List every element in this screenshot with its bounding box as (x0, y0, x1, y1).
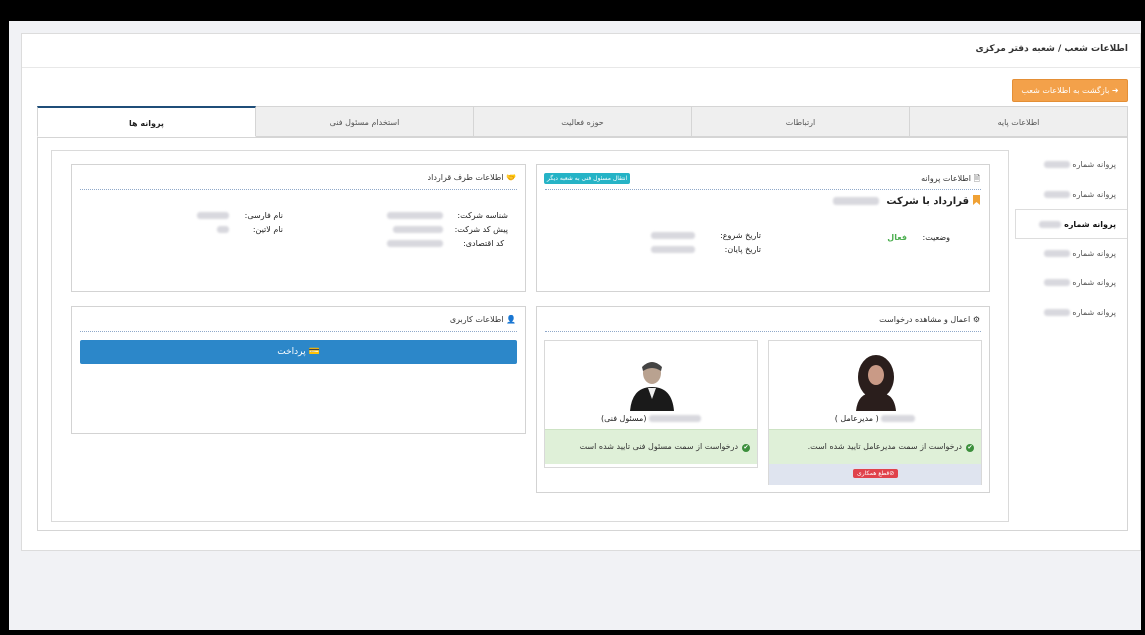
license-info-panel: 🗎 اطلاعات پروانه انتقال مسئول فنی به شعب… (536, 164, 990, 292)
persian-name-label: نام فارسی: (244, 211, 283, 220)
tech-officer-card: (مسئول فنی) ✔درخواست از سمت مسئول فنی تا… (544, 340, 758, 468)
gear-icon: ⚙ (972, 315, 980, 324)
tab-licenses[interactable]: پروانه ها (37, 106, 256, 137)
licenses-tab-pane: پروانه شماره پروانه شماره پروانه شماره پ… (37, 138, 1128, 531)
main-content: اطلاعات شعب / شعبه دفتر مرکزی ➜ بازگشت ب… (21, 33, 1141, 551)
credit-card-icon: 💳 (308, 347, 320, 357)
tech-officer-role: (مسئول فنی) (600, 414, 647, 423)
license-nav-item[interactable]: پروانه شماره (1015, 180, 1123, 210)
license-nav-item[interactable]: پروانه شماره (1015, 150, 1123, 180)
license-side-nav: پروانه شماره پروانه شماره پروانه شماره پ… (1015, 150, 1127, 328)
tab-bar: اطلاعات پایه ارتباطات حوزه فعالیت استخدا… (37, 106, 1128, 138)
pay-button[interactable]: 💳 پرداخت (80, 340, 517, 364)
contract-title: قرارداد با شرکت (832, 195, 980, 207)
status-value: فعال (887, 233, 907, 242)
tab-activity-area[interactable]: حوزه فعالیت (474, 106, 692, 137)
arrow-right-icon: ➜ (1111, 86, 1119, 95)
requests-panel: ⚙ اعمال و مشاهده درخواست ( مدیرعامل ) ✔د… (536, 306, 990, 493)
user-info-panel: 👤 اطلاعات کاربری 💳 پرداخت (71, 306, 526, 434)
contract-party-panel: 🤝 اطلاعات طرف قرارداد شناسه شرکت: پیش کد… (71, 164, 526, 292)
ceo-avatar (856, 355, 896, 411)
back-to-branches-button[interactable]: ➜ بازگشت به اطلاعات شعب (1012, 79, 1128, 102)
user-icon: 👤 (506, 315, 516, 324)
status-label: وضعیت: (922, 233, 950, 242)
app-frame: اطلاعات شعب / شعبه دفتر مرکزی ➜ بازگشت ب… (9, 21, 1141, 630)
license-nav-item[interactable]: پروانه شماره (1015, 239, 1123, 269)
end-cooperation-button[interactable]: ⊘قطع همکاری (853, 469, 899, 478)
cancel-icon: ⊘ (889, 470, 895, 477)
ceo-approval-status: ✔درخواست از سمت مدیرعامل تایید شده است. (769, 429, 981, 464)
ceo-role: ( مدیرعامل ) (834, 414, 879, 423)
document-icon: 🗎 (973, 174, 980, 183)
transfer-officer-button[interactable]: انتقال مسئول فنی به شعبه دیگر (544, 173, 631, 184)
tech-officer-approval-status: ✔درخواست از سمت مسئول فنی تایید شده است (545, 429, 757, 464)
license-details-area: 🗎 اطلاعات پروانه انتقال مسئول فنی به شعب… (51, 150, 1009, 522)
company-id-label: شناسه شرکت: (457, 211, 508, 220)
check-circle-icon: ✔ (966, 444, 974, 452)
end-date-label: تاریخ پایان: (724, 245, 761, 254)
license-nav-item-active[interactable]: پروانه شماره (1015, 209, 1127, 239)
latin-name-label: نام لاتین: (252, 225, 283, 234)
economic-code-label: کد اقتصادی: (463, 239, 504, 248)
license-nav-item[interactable]: پروانه شماره (1015, 268, 1123, 298)
bookmark-icon (973, 195, 980, 205)
handshake-icon: 🤝 (506, 173, 516, 182)
divider (22, 67, 1140, 68)
ceo-card: ( مدیرعامل ) ✔درخواست از سمت مدیرعامل تا… (768, 340, 982, 485)
tab-basic-info[interactable]: اطلاعات پایه (910, 106, 1128, 137)
tab-communications[interactable]: ارتباطات (692, 106, 910, 137)
tech-officer-avatar (630, 362, 674, 411)
check-circle-icon: ✔ (742, 444, 750, 452)
license-nav-item[interactable]: پروانه شماره (1015, 298, 1123, 328)
breadcrumb: اطلاعات شعب / شعبه دفتر مرکزی (975, 44, 1128, 54)
start-date-label: تاریخ شروع: (720, 231, 761, 240)
company-prefix-label: پیش کد شرکت: (454, 225, 508, 234)
tab-technical-officer[interactable]: استخدام مسئول فنی (256, 106, 474, 137)
